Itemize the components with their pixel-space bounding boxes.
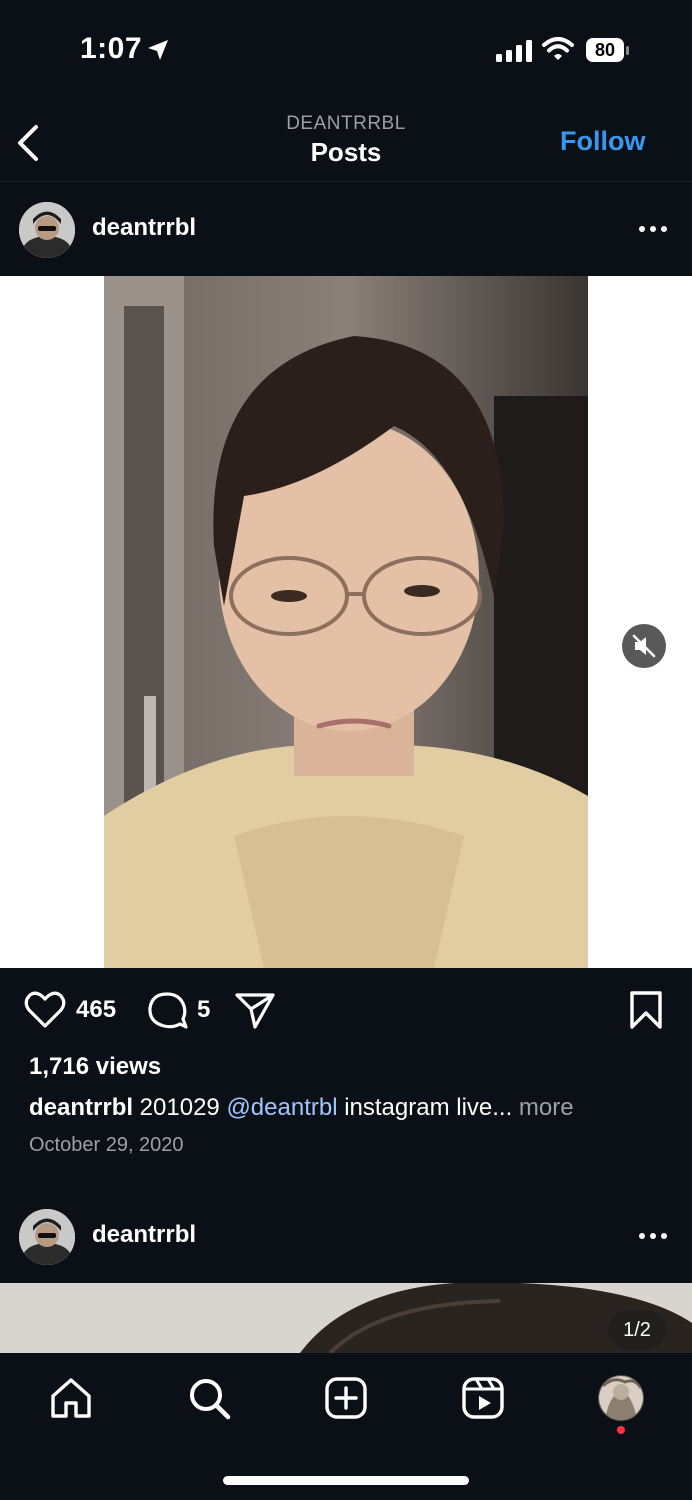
post-image[interactable] — [0, 1283, 692, 1353]
avatar[interactable] — [19, 202, 75, 258]
cellular-signal-icon — [496, 40, 532, 62]
comment-bubble-icon[interactable] — [146, 991, 188, 1031]
caption-username[interactable]: deantrrbl — [29, 1094, 133, 1121]
avatar-image — [19, 202, 75, 258]
avatar-image — [19, 1209, 75, 1265]
post-video[interactable]: 0:23 — [0, 276, 692, 968]
battery-tip — [626, 46, 629, 55]
post-image-content — [0, 1283, 692, 1353]
more-options-icon[interactable] — [638, 225, 668, 233]
location-arrow-icon — [148, 40, 168, 60]
bookmark-save-icon[interactable] — [628, 990, 664, 1030]
notification-dot — [617, 1426, 625, 1434]
battery-level: 80 — [586, 38, 624, 62]
more-options-icon[interactable] — [638, 1232, 668, 1240]
view-count: 1,716 views — [29, 1053, 162, 1080]
home-indicator[interactable] — [223, 1476, 469, 1485]
create-icon[interactable] — [323, 1375, 369, 1421]
caption-text: 201029 — [133, 1094, 227, 1121]
muted-speaker-icon — [632, 634, 656, 658]
like-count[interactable]: 465 — [76, 996, 116, 1024]
post-caption: deantrrbl 201029 @deantrbl instagram liv… — [29, 1094, 574, 1122]
post-username[interactable]: deantrrbl — [92, 1221, 196, 1249]
like-heart-icon[interactable] — [24, 990, 66, 1030]
caption-more-link[interactable]: more — [512, 1094, 574, 1121]
caption-mention-link[interactable]: @deantrbl — [226, 1094, 337, 1121]
wifi-icon — [542, 37, 574, 60]
post-date: October 29, 2020 — [29, 1134, 184, 1156]
header-divider — [0, 181, 692, 182]
follow-button[interactable]: Follow — [560, 126, 645, 157]
video-frame — [104, 276, 588, 968]
battery-icon: 80 — [586, 38, 630, 64]
carousel-page-indicator: 1/2 — [608, 1310, 666, 1350]
profile-avatar-image — [599, 1376, 643, 1420]
profile-avatar[interactable] — [598, 1375, 644, 1421]
caption-text-continued: instagram live... — [337, 1094, 513, 1121]
share-send-icon[interactable] — [234, 990, 276, 1030]
video-timer: 0:23 — [623, 304, 666, 329]
reels-icon[interactable] — [460, 1375, 506, 1421]
home-icon[interactable] — [48, 1375, 94, 1421]
avatar[interactable] — [19, 1209, 75, 1265]
comment-count[interactable]: 5 — [197, 996, 210, 1024]
post-username[interactable]: deantrrbl — [92, 214, 196, 242]
status-time: 1:07 — [80, 32, 143, 65]
search-icon[interactable] — [186, 1375, 232, 1421]
mute-button[interactable] — [622, 624, 666, 668]
